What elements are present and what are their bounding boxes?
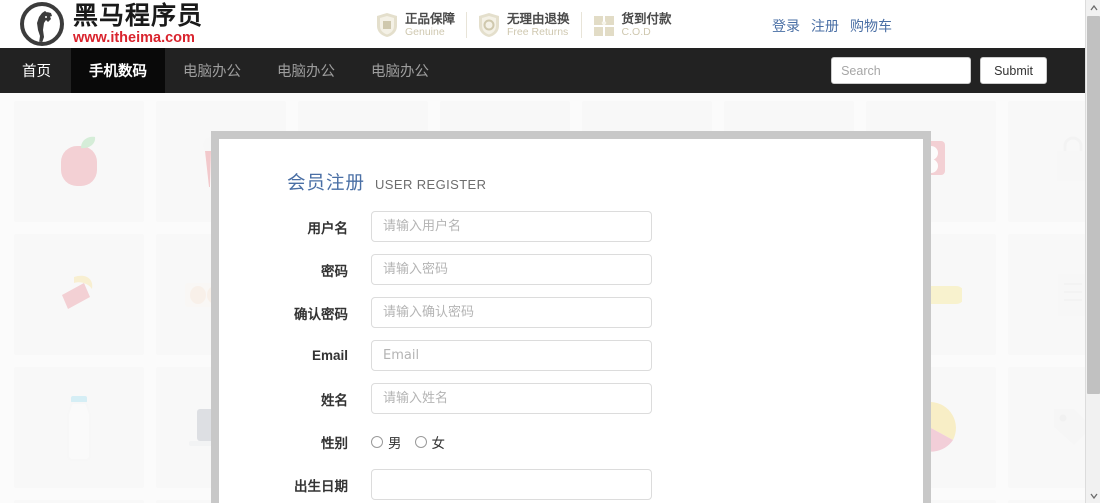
input-birthday[interactable] [371, 469, 652, 500]
search-submit-button[interactable]: Submit [980, 57, 1047, 84]
bg-tile-bag [1008, 101, 1085, 222]
vertical-scrollbar[interactable] [1085, 0, 1100, 503]
register-form: 用户名 密码 确认密码 Email [219, 207, 923, 503]
label-birthday: 出生日期 [294, 478, 348, 495]
main-navbar: 首页 手机数码 电脑办公 电脑办公 电脑办公 Submit [0, 48, 1085, 93]
search-area: Submit [831, 57, 1047, 84]
input-email[interactable] [371, 340, 652, 371]
input-password[interactable] [371, 254, 652, 285]
cart-link[interactable]: 购物车 [850, 16, 892, 36]
badge-genuine-en: Genuine [405, 25, 445, 38]
badge-genuine: 正品保障 Genuine [375, 12, 468, 38]
logo-company-name: 黑马程序员 [73, 0, 204, 30]
register-title-cn: 会员注册 [287, 173, 366, 194]
logo-website-url: www.itheima.com [73, 29, 195, 46]
nav-item-list: 首页 手机数码 电脑办公 电脑办公 电脑办公 [0, 48, 447, 93]
search-input[interactable] [831, 57, 972, 84]
bg-tile-bottle [14, 367, 144, 488]
badge-cod-en: C.O.D [621, 25, 651, 38]
badge-free-returns: 无理由退换 Free Returns [477, 12, 582, 38]
form-row-password: 密码 [219, 250, 923, 289]
radio-circle-icon [371, 435, 383, 448]
header-account-links: 登录 注册 购物车 [772, 16, 892, 36]
badge-cod: 货到付款 C.O.D [592, 12, 683, 38]
badge-cod-text: 货到付款 C.O.D [622, 12, 672, 37]
bg-tile-cheese-banana [14, 234, 144, 355]
bg-tile-note [1008, 234, 1085, 355]
shield-return-icon [479, 13, 500, 37]
horse-glyph [37, 11, 52, 42]
label-fullname: 姓名 [321, 392, 348, 409]
note-icon [1058, 273, 1085, 316]
label-email: Email [311, 348, 348, 363]
gender-radio-group: 男 女 [371, 432, 452, 452]
login-link[interactable]: 登录 [772, 16, 800, 36]
apple-icon [61, 136, 97, 186]
browser-viewport: 黑马程序员 www.itheima.com 正品保障 Genuine 无理由退换… [0, 0, 1100, 503]
badge-cod-cn: 货到付款 [621, 11, 672, 27]
register-title-en: USER REGISTER [375, 177, 487, 192]
gift-box-icon [593, 16, 614, 36]
label-gender: 性别 [321, 435, 348, 452]
form-row-fullname: 姓名 [219, 379, 923, 418]
page-content: 黑马程序员 www.itheima.com 正品保障 Genuine 无理由退换… [0, 0, 1085, 503]
label-confirm-password: 确认密码 [294, 306, 348, 323]
form-row-email: Email [219, 336, 923, 375]
scrollbar-down-arrow[interactable] [1086, 488, 1100, 503]
bag-icon [1057, 136, 1085, 181]
nav-item-home[interactable]: 首页 [0, 48, 71, 93]
badge-genuine-text: 正品保障 Genuine [405, 12, 455, 37]
site-header: 黑马程序员 www.itheima.com 正品保障 Genuine 无理由退换… [0, 0, 1085, 48]
register-modal: 会员注册 USER REGISTER 用户名 密码 确认密码 [211, 131, 931, 503]
badge-genuine-cn: 正品保障 [405, 11, 456, 27]
badge-free-returns-text: 无理由退换 Free Returns [507, 12, 570, 37]
label-password: 密码 [321, 263, 348, 280]
radio-gender-female[interactable]: 女 [414, 432, 446, 452]
horse-circle-logo-icon [20, 2, 64, 46]
site-logo[interactable]: 黑马程序员 www.itheima.com [20, 2, 203, 46]
radio-gender-male[interactable]: 男 [371, 432, 402, 452]
form-row-confirm-password: 确认密码 [219, 293, 923, 332]
bottle-icon [67, 395, 91, 461]
radio-label-female: 女 [431, 435, 446, 452]
register-title: 会员注册 USER REGISTER [287, 169, 923, 195]
nav-item-computer-office-3[interactable]: 电脑办公 [353, 48, 447, 93]
radio-label-male: 男 [388, 435, 402, 452]
label-username: 用户名 [307, 220, 349, 237]
chevron-down-icon [1089, 493, 1098, 499]
nav-item-mobile-digital[interactable]: 手机数码 [71, 48, 165, 93]
register-link[interactable]: 注册 [811, 16, 839, 36]
input-username[interactable] [371, 211, 652, 242]
cheese-banana-icon [62, 275, 93, 309]
scrollbar-up-arrow[interactable] [1086, 0, 1100, 15]
trust-badges: 正品保障 Genuine 无理由退换 Free Returns 货到付款 C.O… [375, 12, 693, 38]
chevron-up-icon [1089, 4, 1098, 10]
nav-item-computer-office-2[interactable]: 电脑办公 [259, 48, 353, 93]
form-row-gender: 性别 男 女 [219, 422, 923, 461]
badge-free-returns-cn: 无理由退换 [507, 11, 570, 27]
radio-circle-icon [414, 435, 427, 448]
nav-item-computer-office-1[interactable]: 电脑办公 [165, 48, 259, 93]
register-modal-body: 会员注册 USER REGISTER 用户名 密码 确认密码 [219, 139, 923, 503]
form-row-birthday: 出生日期 [219, 465, 923, 503]
badge-free-returns-en: Free Returns [507, 25, 569, 38]
input-fullname[interactable] [371, 383, 652, 414]
scrollbar-thumb[interactable] [1087, 16, 1100, 394]
bg-tile-apple [14, 101, 144, 222]
bg-tile-tag [1008, 367, 1085, 488]
form-row-username: 用户名 [219, 207, 923, 246]
logo-text-block: 黑马程序员 www.itheima.com [73, 3, 203, 46]
input-confirm-password[interactable] [371, 297, 652, 328]
shield-icon [377, 13, 397, 37]
tag-icon [1054, 408, 1085, 445]
